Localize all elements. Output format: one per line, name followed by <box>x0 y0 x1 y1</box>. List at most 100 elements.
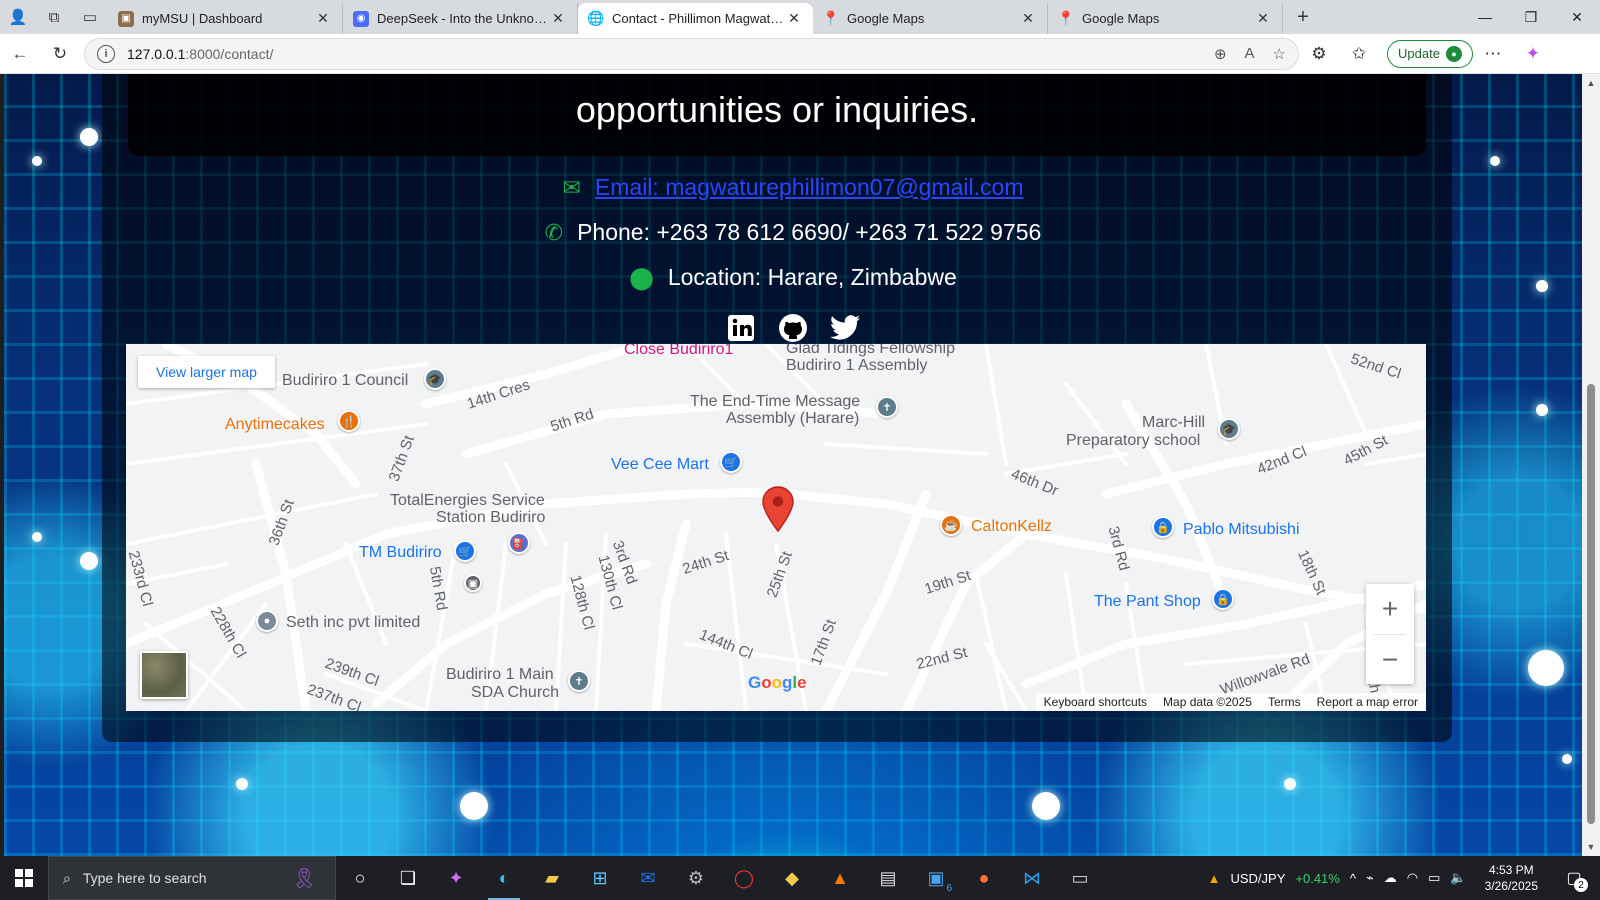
report-map-error-link[interactable]: Report a map error <box>1317 695 1418 709</box>
onedrive-icon[interactable]: ☁ <box>1384 870 1397 886</box>
address-bar[interactable]: i 127.0.0.1 :8000/contact/ ⊕ A ☆ <box>84 37 1299 70</box>
church-icon[interactable]: ✝ <box>568 670 590 692</box>
place-label[interactable]: Budiriro 1 Council <box>282 372 408 390</box>
place-label[interactable]: Anytimecakes <box>225 416 325 434</box>
tab-contact[interactable]: 🌐 Contact - Phillimon Magwature ✕ <box>578 3 813 34</box>
favorite-star-icon[interactable]: ☆ <box>1273 45 1286 63</box>
document-app-icon[interactable]: ▤ <box>864 856 912 900</box>
place-label[interactable]: The End-Time Message <box>690 393 860 411</box>
vlc-icon[interactable]: ▲ <box>816 856 864 900</box>
place-label[interactable]: TotalEnergies Service <box>390 492 545 510</box>
favorites-icon[interactable]: ✩ <box>1339 38 1379 70</box>
place-label[interactable]: The Pant Shop <box>1094 593 1201 611</box>
read-aloud-icon[interactable]: A <box>1245 45 1255 63</box>
notification-center-icon[interactable]: ▢ 2 <box>1556 856 1592 900</box>
school-icon[interactable]: 🎓 <box>424 368 446 390</box>
wifi-icon[interactable]: ◠ <box>1407 870 1418 886</box>
close-tab-icon[interactable]: ✕ <box>1254 10 1272 27</box>
back-icon[interactable]: ← <box>0 38 40 70</box>
settings-app-icon[interactable]: ⚙ <box>672 856 720 900</box>
place-label[interactable]: TM Budiriro <box>359 544 442 562</box>
zoom-in-button[interactable]: + <box>1366 584 1414 634</box>
place-label[interactable]: Marc-Hill <box>1142 414 1205 432</box>
place-label[interactable]: Station Budiriro <box>436 509 545 527</box>
firefox-icon[interactable]: ● <box>960 856 1008 900</box>
place-label[interactable]: Pablo Mitsubishi <box>1183 521 1300 539</box>
close-tab-icon[interactable]: ✕ <box>1019 10 1037 27</box>
place-label[interactable]: Budiriro 1 Main <box>446 666 554 684</box>
ticker-label[interactable]: USD/JPY <box>1230 871 1285 886</box>
opera-icon[interactable]: ◯ <box>720 856 768 900</box>
linkedin-icon[interactable] <box>725 312 757 344</box>
zoom-out-button[interactable]: − <box>1366 635 1414 685</box>
keyboard-shortcuts-link[interactable]: Keyboard shortcuts <box>1044 695 1147 709</box>
reload-icon[interactable]: ↻ <box>40 38 80 70</box>
place-label[interactable]: Vee Cee Mart <box>611 456 709 474</box>
place-label[interactable]: Budiriro 1 Assembly <box>786 357 927 375</box>
windows-start-icon[interactable] <box>0 856 48 900</box>
page-scrollbar[interactable]: ▲ ▼ <box>1582 74 1600 856</box>
map-pin-marker[interactable] <box>762 486 794 537</box>
embedded-map[interactable]: Budiriro 1 Council 🎓 Anytimecakes 🍴 Clos… <box>126 344 1426 711</box>
restaurant-icon[interactable]: 🍴 <box>338 410 360 432</box>
tab-deepseek[interactable]: ◉ DeepSeek - Into the Unknown ✕ <box>343 3 578 34</box>
place-label[interactable]: Glad Tidings Fellowship <box>786 344 955 358</box>
place-label[interactable]: Preparatory school <box>1066 432 1200 450</box>
school-icon[interactable]: 🎓 <box>1218 418 1240 440</box>
close-window-icon[interactable]: ✕ <box>1554 0 1600 34</box>
taskbar-clock[interactable]: 4:53 PM 3/26/2025 <box>1477 862 1546 894</box>
new-tab-button[interactable]: + <box>1283 0 1323 34</box>
shopping-cart-icon[interactable]: 🛒 <box>454 540 476 562</box>
cafe-icon[interactable]: ☕ <box>940 514 962 536</box>
scrollbar-thumb[interactable] <box>1587 384 1595 824</box>
workspaces-icon[interactable]: ⧉ <box>36 0 72 34</box>
church-icon[interactable]: ✝ <box>876 396 898 418</box>
outlook-icon[interactable]: ✉ <box>624 856 672 900</box>
battery-icon[interactable]: ▭ <box>1428 870 1440 886</box>
place-label[interactable]: SDA Church <box>471 684 559 702</box>
profile-icon[interactable]: 👤 <box>0 0 36 34</box>
copilot-icon[interactable]: ✦ <box>1513 38 1553 70</box>
tab-actions-icon[interactable]: ▭ <box>72 0 108 34</box>
tray-overflow-icon[interactable]: ^ <box>1350 871 1356 886</box>
copilot-app-icon[interactable]: ✦ <box>432 856 480 900</box>
update-button[interactable]: Update ● <box>1387 39 1473 68</box>
close-tab-icon[interactable]: ✕ <box>314 10 332 27</box>
microsoft-store-icon[interactable]: ⊞ <box>576 856 624 900</box>
tab-google-maps-2[interactable]: 📍 Google Maps ✕ <box>1048 3 1283 34</box>
vscode-icon[interactable]: ⋈ <box>1008 856 1056 900</box>
place-label[interactable]: CaltonKellz <box>971 518 1052 536</box>
bus-stop-icon[interactable]: ▣ <box>464 574 482 592</box>
store-icon[interactable]: 🔒 <box>1152 516 1174 538</box>
shopping-cart-icon[interactable]: 🛒 <box>720 451 742 473</box>
email-link[interactable]: Email: magwaturephillimon07@gmail.com <box>595 174 1024 201</box>
minimize-icon[interactable]: — <box>1462 0 1508 34</box>
tab-mymsu[interactable]: ▣ myMSU | Dashboard ✕ <box>108 3 343 34</box>
place-label[interactable]: Assembly (Harare) <box>726 410 859 428</box>
edge-browser-icon[interactable]: ◐ <box>480 856 528 900</box>
place-label[interactable]: Close Budiriro1 <box>624 344 733 359</box>
more-menu-icon[interactable]: ⋯ <box>1473 38 1513 70</box>
github-icon[interactable] <box>777 312 809 344</box>
place-icon[interactable]: ● <box>256 610 278 632</box>
taskbar-search-input[interactable]: ⌕ Type here to search 🎗 <box>48 856 336 900</box>
extensions-icon[interactable]: ⚙ <box>1299 38 1339 70</box>
cortana-icon[interactable]: ○ <box>336 856 384 900</box>
scroll-down-icon[interactable]: ▼ <box>1582 842 1600 852</box>
scroll-up-icon[interactable]: ▲ <box>1582 78 1600 88</box>
store-icon[interactable]: 🔒 <box>1212 588 1234 610</box>
mail-app-icon[interactable]: ▣ 6 <box>912 856 960 900</box>
place-label[interactable]: Seth inc pvt limited <box>286 614 420 632</box>
restore-icon[interactable]: ❐ <box>1508 0 1554 34</box>
close-tab-icon[interactable]: ✕ <box>785 10 803 27</box>
volume-icon[interactable]: 🔈 <box>1450 870 1466 886</box>
task-view-icon[interactable]: ❏ <box>384 856 432 900</box>
usb-icon[interactable]: ⌁ <box>1366 870 1374 886</box>
terms-link[interactable]: Terms <box>1268 695 1301 709</box>
view-larger-map-link[interactable]: View larger map <box>138 356 275 388</box>
close-tab-icon[interactable]: ✕ <box>549 10 567 27</box>
twitter-icon[interactable] <box>829 312 861 344</box>
terminal-icon[interactable]: ▭ <box>1056 856 1104 900</box>
zoom-icon[interactable]: ⊕ <box>1214 45 1227 63</box>
tab-google-maps-1[interactable]: 📍 Google Maps ✕ <box>813 3 1048 34</box>
